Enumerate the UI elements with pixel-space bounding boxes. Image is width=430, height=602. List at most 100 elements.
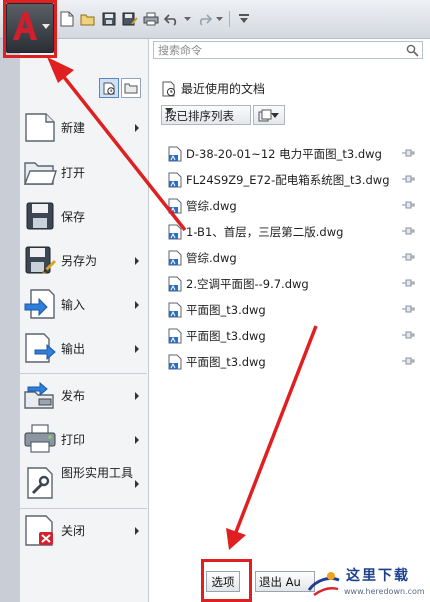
application-menu-nav: 新建 打开 保存 另存为 输入 输出 发布 打印 图形实用工具 关闭 (0, 39, 149, 602)
toolbar-divider (229, 11, 230, 27)
recent-documents-header: 最近使用的文档 (161, 80, 265, 97)
recent-file-item[interactable]: 平面图_t3.dwg (164, 325, 429, 351)
recent-documents-title: 最近使用的文档 (181, 82, 266, 96)
recent-file-item[interactable]: D-38-20-01~12 电力平面图_t3.dwg (164, 143, 429, 169)
menu-item-export[interactable]: 输出 (20, 327, 147, 371)
menu-item-open[interactable]: 打开 (20, 151, 147, 195)
display-style-dropdown[interactable] (253, 105, 285, 125)
dwg-file-icon (168, 276, 182, 292)
submenu-arrow-icon (135, 301, 139, 309)
recent-file-name: 平面图_t3.dwg (186, 355, 266, 369)
recent-documents-icon (162, 81, 176, 96)
menu-label-drawing-utilities: 图形实用工具 (61, 466, 134, 480)
watermark-logo-icon (307, 572, 340, 596)
pin-icon[interactable] (401, 304, 415, 314)
export-icon (25, 333, 56, 363)
recent-file-item[interactable]: FL24S9Z9_E72-配电箱系统图_t3.dwg (164, 169, 429, 195)
menu-item-publish[interactable]: 发布 (20, 374, 147, 418)
pin-icon[interactable] (401, 330, 415, 340)
dwg-file-icon (168, 172, 182, 188)
recent-file-item[interactable]: 1-B1、首层，三层第二版.dwg (164, 221, 429, 247)
menu-item-save-as[interactable]: 另存为 (20, 239, 147, 283)
redo-dropdown-icon[interactable] (216, 10, 224, 28)
recent-file-item[interactable]: 平面图_t3.dwg (164, 299, 429, 325)
recent-file-name: D-38-20-01~12 电力平面图_t3.dwg (186, 147, 382, 161)
quick-access-toolbar (58, 9, 253, 29)
dwg-file-icon (168, 146, 182, 162)
save-as-icon[interactable] (121, 10, 139, 28)
chevron-down-icon (271, 113, 279, 118)
site-watermark: 这里下载 www.heredown.com (302, 562, 430, 602)
recent-documents-panel: 最近使用的文档 按已排序列表 D-38-20-01~12 电力平面图_t3.dw… (149, 39, 430, 602)
menu-item-print[interactable]: 打印 (20, 418, 147, 462)
recent-file-item[interactable]: 管综.dwg (164, 195, 429, 221)
highlight-options-button (201, 559, 252, 602)
recent-file-name: 1-B1、首层，三层第二版.dwg (186, 225, 344, 239)
view-toggle (99, 78, 141, 98)
menu-label-save: 保存 (61, 210, 86, 224)
save-as-icon (25, 246, 57, 275)
undo-icon[interactable] (163, 10, 181, 28)
submenu-arrow-icon (135, 392, 139, 400)
menu-item-close[interactable]: 关闭 (20, 509, 147, 553)
menu-label-print: 打印 (61, 433, 86, 447)
save-icon[interactable] (100, 10, 118, 28)
dwg-file-icon (168, 328, 182, 344)
printer-icon (24, 424, 56, 453)
watermark-url: www.heredown.com (344, 587, 425, 596)
submenu-arrow-icon (135, 480, 139, 488)
sort-order-dropdown[interactable]: 按已排序列表 (161, 105, 251, 125)
pin-icon[interactable] (401, 226, 415, 236)
undo-dropdown-icon[interactable] (184, 10, 192, 28)
menu-label-close: 关闭 (61, 524, 86, 538)
sort-order-value: 按已排序列表 (165, 109, 234, 123)
recent-file-name: 平面图_t3.dwg (186, 329, 266, 343)
open-documents-view-icon[interactable] (121, 78, 141, 98)
dwg-file-icon (168, 224, 182, 240)
new-icon[interactable] (58, 10, 76, 28)
menu-label-save-as: 另存为 (61, 254, 98, 268)
title-toolbar (0, 0, 430, 39)
menu-item-new[interactable]: 新建 (20, 106, 147, 150)
customize-toolbar-icon[interactable] (235, 10, 253, 28)
search-icon[interactable] (406, 44, 419, 57)
menu-item-import[interactable]: 输入 (20, 283, 147, 327)
new-document-icon (25, 113, 55, 142)
recent-file-item[interactable]: 平面图_t3.dwg (164, 351, 429, 377)
dwg-file-icon (168, 250, 182, 266)
nav-left-strip (0, 39, 20, 602)
recent-documents-view-icon[interactable] (99, 78, 119, 98)
recent-file-name: 管综.dwg (186, 199, 237, 213)
menu-label-import: 输入 (61, 298, 86, 312)
publish-icon (24, 381, 54, 409)
floppy-disk-icon (26, 202, 54, 230)
submenu-arrow-icon (135, 124, 139, 132)
redo-icon[interactable] (195, 10, 213, 28)
menu-item-drawing-utilities[interactable]: 图形实用工具 (20, 462, 147, 506)
submenu-arrow-icon (135, 257, 139, 265)
recent-file-name: 2.空调平面图--9.7.dwg (186, 277, 309, 291)
dwg-file-icon (168, 354, 182, 370)
search-box[interactable] (153, 41, 423, 59)
submenu-arrow-icon (135, 436, 139, 444)
pin-icon[interactable] (401, 252, 415, 262)
pin-icon[interactable] (401, 200, 415, 210)
recent-file-name: FL24S9Z9_E72-配电箱系统图_t3.dwg (186, 173, 390, 187)
recent-file-name: 平面图_t3.dwg (186, 303, 266, 317)
pin-icon[interactable] (401, 174, 415, 184)
menu-label-export: 输出 (61, 342, 86, 356)
import-icon (24, 289, 55, 319)
pin-icon[interactable] (401, 148, 415, 158)
search-input[interactable] (158, 43, 398, 57)
recent-file-item[interactable]: 2.空调平面图--9.7.dwg (164, 273, 429, 299)
recent-file-item[interactable]: 管综.dwg (164, 247, 429, 273)
submenu-arrow-icon (135, 345, 139, 353)
pin-icon[interactable] (401, 356, 415, 366)
recent-file-list: D-38-20-01~12 电力平面图_t3.dwg FL24S9Z9_E72-配… (164, 143, 429, 377)
recent-file-name: 管综.dwg (186, 251, 237, 265)
open-icon[interactable] (79, 10, 97, 28)
print-icon[interactable] (142, 10, 160, 28)
dwg-file-icon (168, 302, 182, 318)
pin-icon[interactable] (401, 278, 415, 288)
menu-item-save[interactable]: 保存 (20, 195, 147, 239)
